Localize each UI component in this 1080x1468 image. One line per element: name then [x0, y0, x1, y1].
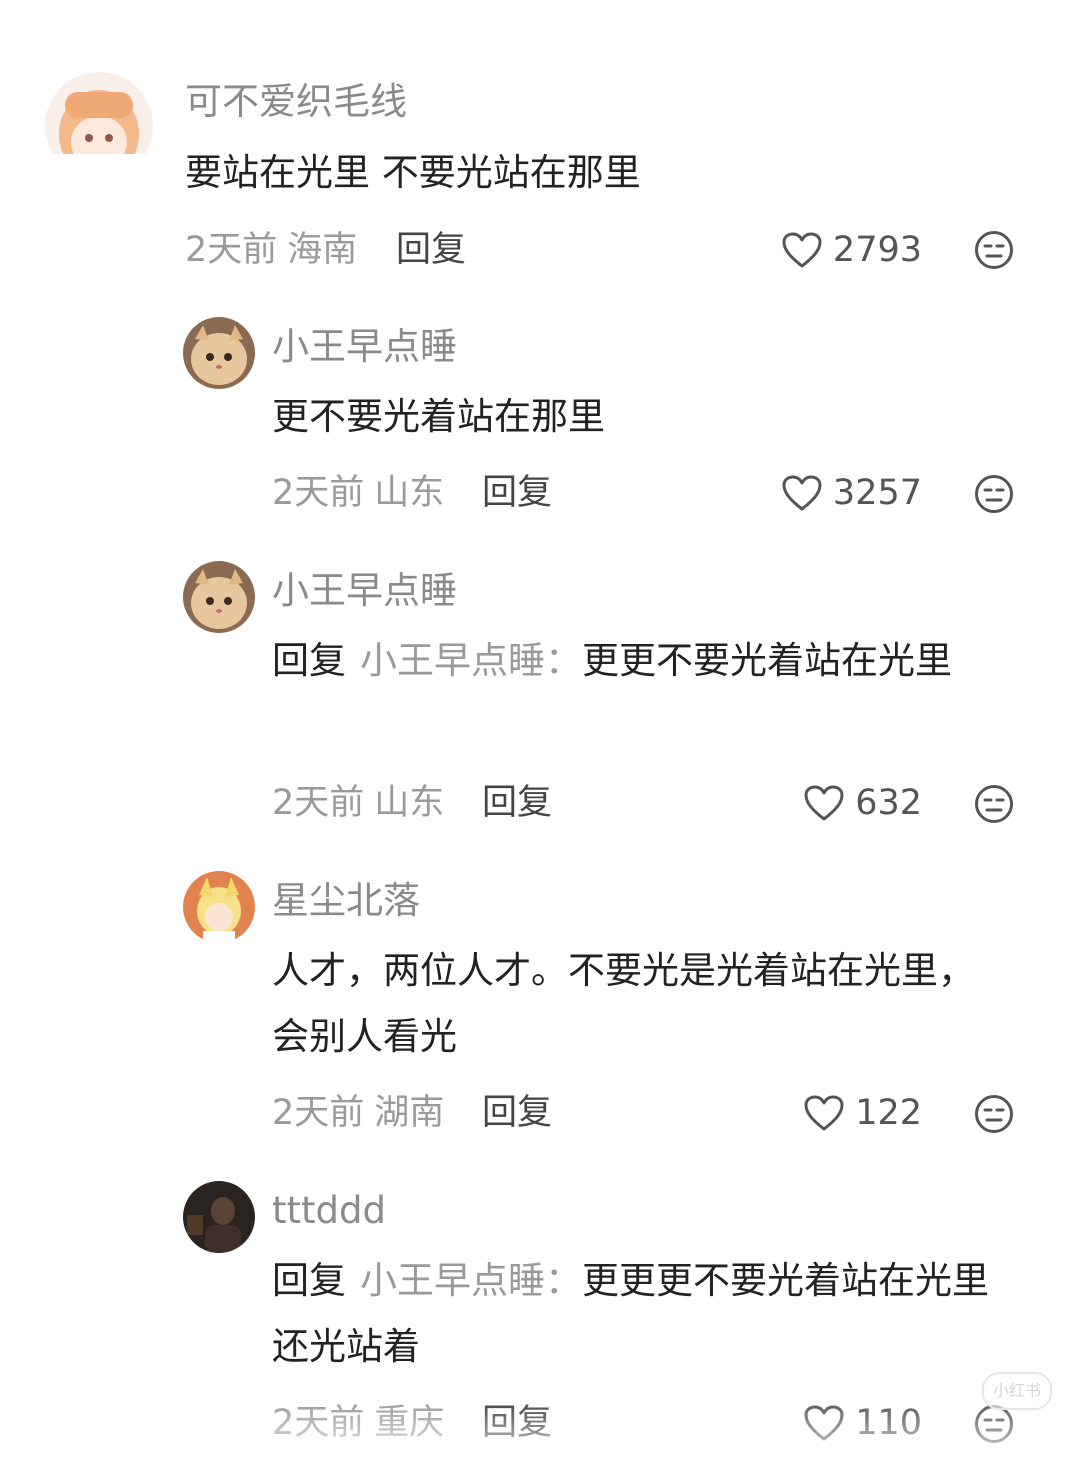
reply-item: tttddd 回复 小王早点睡：更更更不要光着站在光里还光站着 2天前 重庆 回复 …: [0, 1160, 1080, 1468]
heart-outline-icon: [781, 474, 823, 512]
reply-button[interactable]: 回复: [482, 1091, 552, 1135]
reply-item: 星尘北落 人才，两位人才。不要光是光着站在光里，会别人看光 2天前 湖南 回复 1…: [0, 850, 1080, 1160]
comment-text: 回复 小王早点睡：更更更不要光着站在光里还光站着: [272, 1248, 1012, 1380]
comment-text: 人才，两位人才。不要光是光着站在光里，会别人看光: [272, 949, 975, 1058]
meh-face-icon: [975, 231, 1013, 269]
comment-location: 湖南: [374, 1093, 445, 1133]
reply-prefix: 回复: [272, 1259, 346, 1302]
meh-face-icon: [975, 1095, 1013, 1133]
like-button[interactable]: 2793: [781, 228, 922, 272]
dislike-button[interactable]: [974, 230, 1014, 270]
comment-meta: 2天前 山东: [272, 781, 444, 825]
avatar[interactable]: [183, 561, 255, 633]
like-count: 122: [855, 1093, 922, 1133]
comment-username[interactable]: 小王早点睡: [272, 325, 457, 369]
meh-face-icon: [975, 475, 1013, 513]
heart-outline-icon: [803, 1404, 845, 1442]
comment-location: 山东: [374, 783, 445, 823]
avatar[interactable]: [183, 1181, 255, 1253]
avatar-cat-image: [183, 317, 255, 389]
comment-text: 回复 小王早点睡：更更不要光着站在光里: [272, 628, 1012, 694]
avatar-anime-girl-image: [45, 72, 153, 180]
like-button[interactable]: 3257: [781, 471, 922, 515]
avatar[interactable]: [183, 871, 255, 943]
heart-outline-icon: [803, 1094, 845, 1132]
dislike-button[interactable]: [974, 474, 1014, 514]
avatar[interactable]: [183, 317, 255, 389]
comment-username[interactable]: 小王早点睡: [272, 569, 457, 613]
like-count: 2793: [832, 230, 922, 270]
comment-meta: 2天前 重庆: [272, 1401, 444, 1445]
reply-button[interactable]: 回复: [482, 1401, 552, 1445]
comment-time: 2天前: [272, 783, 365, 823]
comment-location: 山东: [374, 473, 445, 513]
comment-location: 海南: [287, 230, 358, 270]
comment-item: 可不爱织毛线 要站在光里 不要光站在那里 2天前 海南 回复 2793: [0, 0, 1080, 290]
avatar-dark-photo-image: [183, 1181, 255, 1253]
meh-face-icon: [975, 785, 1013, 823]
comment-meta: 2天前 海南: [185, 228, 357, 272]
reply-button[interactable]: 回复: [396, 228, 466, 272]
comment-time: 2天前: [272, 1093, 365, 1133]
like-button[interactable]: 122: [803, 1091, 922, 1135]
comment-time: 2天前: [272, 473, 365, 513]
meh-face-icon: [975, 1405, 1013, 1443]
dislike-button[interactable]: [974, 1404, 1014, 1444]
comment-username[interactable]: 可不爱织毛线: [185, 80, 407, 124]
reply-item: 小王早点睡 回复 小王早点睡：更更不要光着站在光里 2天前 山东 回复 632: [0, 540, 1080, 850]
comment-meta: 2天前 山东: [272, 471, 444, 515]
comment-text: 要站在光里 不要光站在那里: [185, 151, 641, 194]
like-count: 3257: [832, 473, 922, 513]
reply-prefix: 回复: [272, 639, 346, 682]
comment-time: 2天前: [185, 230, 278, 270]
avatar-anime-boy-image: [183, 871, 255, 943]
reply-target-username[interactable]: 小王早点睡：: [360, 639, 582, 682]
heart-outline-icon: [803, 784, 845, 822]
reply-button[interactable]: 回复: [482, 471, 552, 515]
comment-username[interactable]: 星尘北落: [272, 879, 420, 923]
watermark-logo: 小红书: [982, 1372, 1052, 1410]
dislike-button[interactable]: [974, 784, 1014, 824]
comment-body: 更更不要光着站在光里: [582, 639, 952, 682]
like-count: 632: [855, 783, 922, 823]
reply-target-username[interactable]: 小王早点睡：: [360, 1259, 582, 1302]
avatar[interactable]: [45, 72, 153, 180]
like-button[interactable]: 110: [803, 1401, 922, 1445]
comment-time: 2天前: [272, 1403, 365, 1443]
comment-location: 重庆: [374, 1403, 445, 1443]
like-button[interactable]: 632: [803, 781, 922, 825]
like-count: 110: [855, 1403, 922, 1443]
comment-meta: 2天前 湖南: [272, 1091, 444, 1135]
dislike-button[interactable]: [974, 1094, 1014, 1134]
reply-item: 小王早点睡 更不要光着站在那里 2天前 山东 回复 3257: [0, 290, 1080, 540]
avatar-cat-image: [183, 561, 255, 633]
comment-text: 更不要光着站在那里: [272, 395, 605, 438]
reply-button[interactable]: 回复: [482, 781, 552, 825]
heart-outline-icon: [781, 231, 823, 269]
comment-username[interactable]: tttddd: [272, 1189, 386, 1233]
